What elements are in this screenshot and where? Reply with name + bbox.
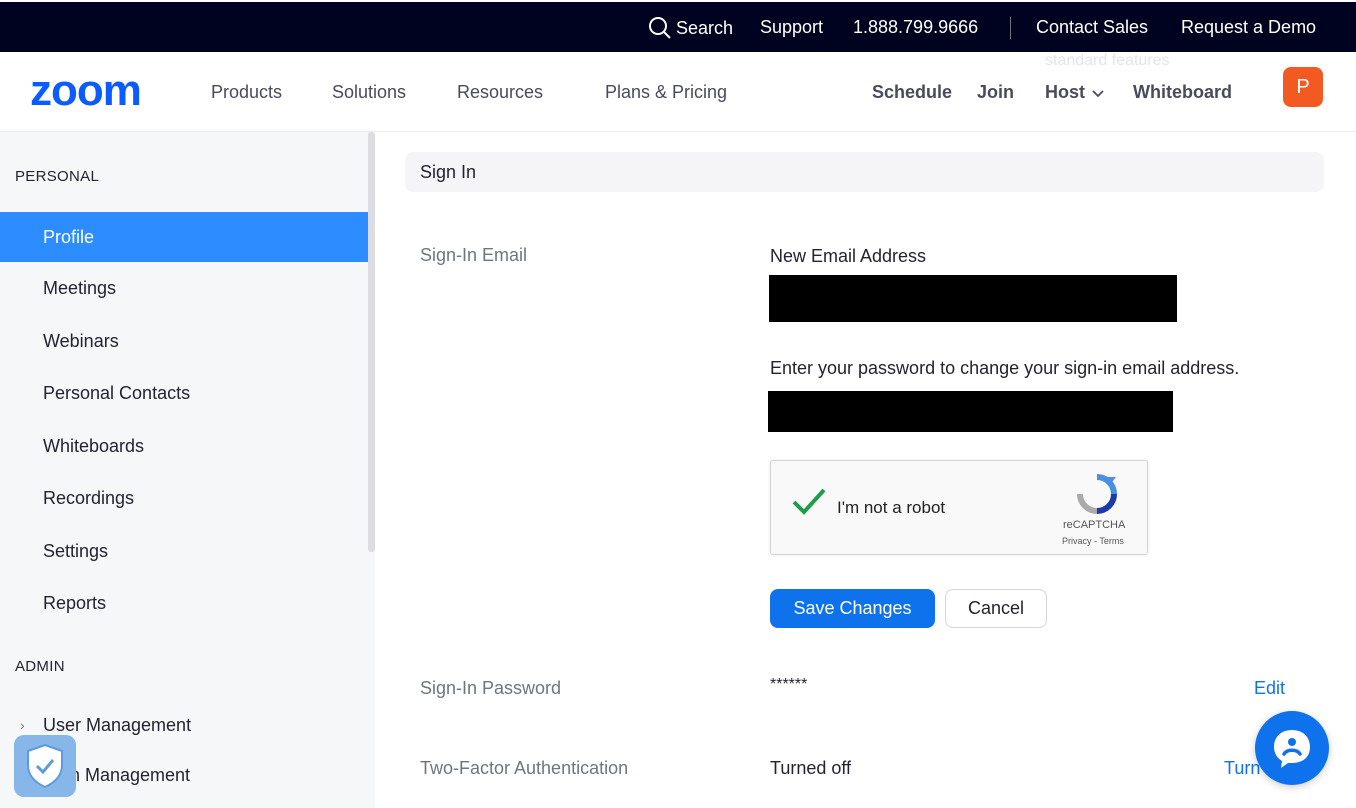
nav-solutions[interactable]: Solutions xyxy=(332,81,406,103)
recaptcha-terms-links[interactable]: Privacy - Terms xyxy=(1062,536,1124,546)
password-input-redacted[interactable] xyxy=(768,391,1173,432)
edit-password-link[interactable]: Edit xyxy=(1254,678,1285,699)
logo-text: zoom xyxy=(30,72,141,108)
shield-check-icon xyxy=(27,743,63,789)
recaptcha-brand: reCAPTCHA xyxy=(1063,519,1126,531)
search-link[interactable]: Search xyxy=(648,16,733,40)
section-header-sign-in: Sign In xyxy=(405,152,1324,192)
chevron-down-icon xyxy=(1092,90,1104,98)
sidebar-item-recordings[interactable]: Recordings xyxy=(0,473,368,523)
password-prompt: Enter your password to change your sign-… xyxy=(770,358,1240,378)
search-label: Search xyxy=(676,18,734,38)
password-mask: ****** xyxy=(770,676,808,693)
checkmark-icon[interactable] xyxy=(791,487,827,517)
main-navigation: zoom Products Solutions Resources Plans … xyxy=(0,52,1356,132)
nav-resources[interactable]: Resources xyxy=(457,81,543,103)
sidebar-item-profile[interactable]: Profile xyxy=(0,212,368,262)
new-email-input-redacted[interactable] xyxy=(769,275,1177,322)
sidebar-item-webinars[interactable]: Webinars xyxy=(0,316,368,366)
zoom-logo[interactable]: zoom xyxy=(30,66,168,115)
nav-products[interactable]: Products xyxy=(211,81,282,103)
topbar-divider xyxy=(1010,17,1011,39)
sidebar-item-reports[interactable]: Reports xyxy=(0,578,368,628)
recaptcha-label: I'm not a robot xyxy=(837,498,946,517)
new-email-label: New Email Address xyxy=(770,246,927,266)
request-demo-link[interactable]: Request a Demo xyxy=(1181,16,1316,38)
nav-host[interactable]: Host xyxy=(1045,81,1104,103)
two-factor-auth-label: Two-Factor Authentication xyxy=(420,758,629,778)
save-changes-button[interactable]: Save Changes xyxy=(770,589,935,628)
contact-sales-link[interactable]: Contact Sales xyxy=(1036,16,1148,38)
sidebar-item-settings[interactable]: Settings xyxy=(0,526,368,576)
recaptcha-logo-icon xyxy=(1077,474,1117,514)
sidebar: PERSONAL Profile Meetings Webinars Perso… xyxy=(0,132,375,808)
chat-support-button[interactable] xyxy=(1255,711,1329,785)
signin-email-label: Sign-In Email xyxy=(420,245,528,265)
sidebar-item-label: User Management xyxy=(43,715,192,735)
sidebar-heading-admin: ADMIN xyxy=(15,658,65,675)
nav-whiteboard[interactable]: Whiteboard xyxy=(1133,81,1232,103)
nav-host-label: Host xyxy=(1045,82,1085,102)
sidebar-item-personal-contacts[interactable]: Personal Contacts xyxy=(0,368,368,418)
two-factor-status: Turned off xyxy=(770,758,852,778)
nav-join[interactable]: Join xyxy=(977,81,1014,103)
sidebar-scrollbar[interactable] xyxy=(368,132,375,552)
nav-plans-pricing[interactable]: Plans & Pricing xyxy=(605,81,727,103)
recaptcha-widget[interactable]: I'm not a robot reCAPTCHA Privacy - Term… xyxy=(770,460,1148,555)
cancel-button[interactable]: Cancel xyxy=(945,589,1047,628)
security-shield-badge[interactable] xyxy=(14,735,76,797)
support-link[interactable]: Support xyxy=(760,16,823,38)
top-utility-bar: Search Support 1.888.799.9666 Contact Sa… xyxy=(0,0,1356,52)
sidebar-item-meetings[interactable]: Meetings xyxy=(0,263,368,313)
sidebar-heading-personal: PERSONAL xyxy=(15,168,100,185)
avatar[interactable]: P xyxy=(1283,67,1323,107)
overlapping-faded-text: standard features xyxy=(1045,52,1170,69)
phone-link[interactable]: 1.888.799.9666 xyxy=(853,16,978,38)
search-icon xyxy=(649,17,671,39)
signin-password-label: Sign-In Password xyxy=(420,678,562,698)
sidebar-item-whiteboards[interactable]: Whiteboards xyxy=(0,421,368,471)
turn-on-2fa-link[interactable]: Turn xyxy=(1224,758,1260,779)
nav-schedule[interactable]: Schedule xyxy=(872,81,952,103)
chat-bubble-icon xyxy=(1274,730,1310,768)
